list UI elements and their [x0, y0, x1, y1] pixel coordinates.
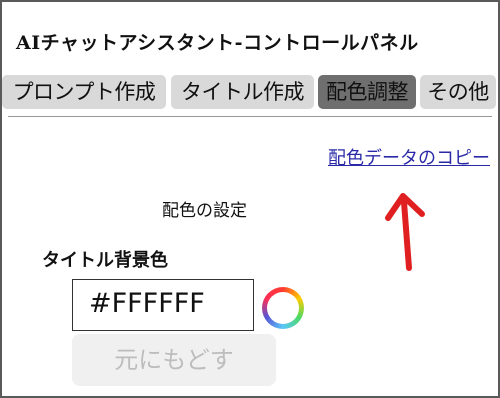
tab-other[interactable]: その他 [420, 75, 496, 109]
app-title: AIチャットアシスタント-コントロールパネル [16, 32, 419, 54]
tab-prompt-create[interactable]: プロンプト作成 [2, 75, 166, 109]
title-bg-color-input[interactable]: #FFFFFF [72, 279, 254, 331]
title-bg-color-label: タイトル背景色 [42, 250, 168, 271]
red-arrow-annotation-icon [385, 193, 425, 271]
tab-title-create[interactable]: タイトル作成 [171, 75, 314, 109]
section-title: 配色の設定 [162, 201, 247, 221]
tab-color-adjust[interactable]: 配色調整 [318, 75, 416, 109]
tab-bar: プロンプト作成 タイトル作成 配色調整 その他 [2, 75, 498, 109]
color-picker-icon[interactable] [262, 287, 304, 329]
reset-button[interactable]: 元にもどす [72, 334, 276, 386]
copy-color-data-link[interactable]: 配色データのコピー [328, 144, 490, 170]
divider [8, 116, 492, 117]
